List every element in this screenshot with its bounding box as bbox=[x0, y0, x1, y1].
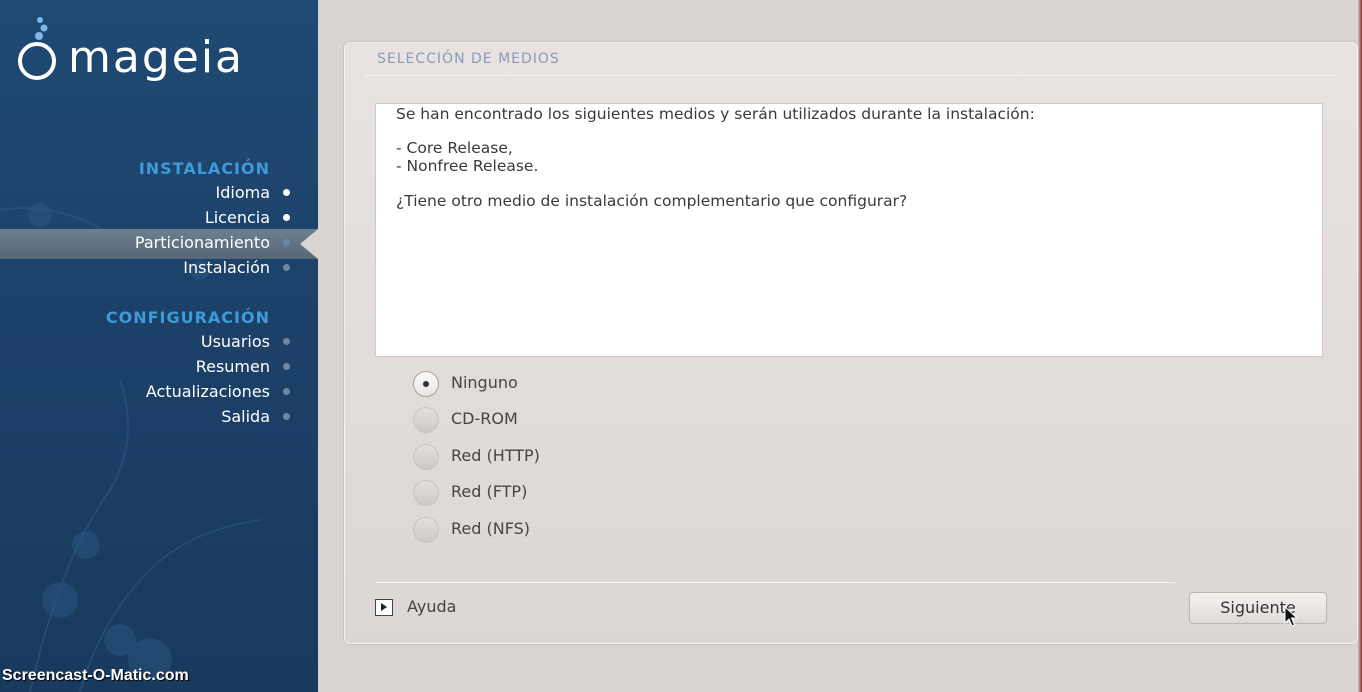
mouse-cursor-icon bbox=[1284, 606, 1299, 627]
media-selection-panel: SELECCIÓN DE MEDIOS Se han encontrado lo… bbox=[344, 42, 1358, 644]
bullet-dot-icon bbox=[283, 338, 290, 345]
radio-icon[interactable] bbox=[413, 517, 439, 543]
radio-icon[interactable] bbox=[413, 444, 439, 470]
title-divider bbox=[365, 75, 1335, 76]
help-label: Ayuda bbox=[407, 597, 457, 616]
step-actualizaciones[interactable]: Actualizaciones bbox=[145, 380, 290, 404]
option-label: Red (FTP) bbox=[451, 482, 528, 501]
step-label: Usuarios bbox=[200, 332, 270, 351]
sidebar-decoration bbox=[0, 203, 261, 692]
window-edge bbox=[1358, 0, 1362, 692]
option-label: CD-ROM bbox=[451, 409, 518, 428]
message-question: ¿Tiene otro medio de instalación complem… bbox=[396, 192, 908, 210]
step-salida[interactable]: Salida bbox=[221, 405, 290, 429]
footer-divider bbox=[375, 582, 1175, 583]
radio-icon[interactable] bbox=[413, 371, 439, 397]
section-title-installation: INSTALACIÓN bbox=[138, 159, 270, 178]
logo-ring bbox=[18, 42, 56, 80]
next-button[interactable]: Siguiente bbox=[1189, 592, 1327, 624]
current-step-pointer bbox=[300, 229, 318, 259]
sidebar: mageia INSTALACIÓN Idioma Licencia Parti… bbox=[0, 0, 318, 692]
step-resumen[interactable]: Resumen bbox=[195, 355, 290, 379]
step-label: Salida bbox=[221, 407, 270, 426]
step-label: Instalación bbox=[183, 258, 270, 277]
step-label: Idioma bbox=[215, 183, 271, 202]
logo-text: mageia bbox=[68, 32, 245, 83]
radio-icon[interactable] bbox=[413, 407, 439, 433]
step-label: Resumen bbox=[195, 357, 270, 376]
section-title-configuration: CONFIGURACIÓN bbox=[105, 308, 270, 327]
bullet-dot-icon bbox=[283, 189, 290, 196]
watermark: Screencast-O-Matic.com bbox=[2, 667, 189, 684]
step-label: Particionamiento bbox=[134, 233, 270, 252]
option-label: Red (HTTP) bbox=[451, 446, 540, 465]
media-item: - Core Release, bbox=[396, 139, 513, 157]
media-item: - Nonfree Release. bbox=[396, 157, 539, 175]
message-box: Se han encontrado los siguientes medios … bbox=[375, 103, 1323, 357]
radio-icon[interactable] bbox=[413, 480, 439, 506]
mageia-logo-icon bbox=[35, 17, 48, 40]
page-title: SELECCIÓN DE MEDIOS bbox=[377, 51, 560, 67]
bullet-dot-icon bbox=[283, 413, 290, 420]
step-idioma[interactable]: Idioma bbox=[215, 181, 290, 205]
bullet-dot-icon bbox=[283, 214, 290, 221]
step-label: Licencia bbox=[204, 208, 270, 227]
bullet-dot-icon bbox=[283, 388, 290, 395]
option-label: Red (NFS) bbox=[451, 519, 531, 538]
mageia-logo: mageia bbox=[8, 14, 308, 83]
message-intro: Se han encontrado los siguientes medios … bbox=[396, 105, 1035, 123]
step-instalacion[interactable]: Instalación bbox=[183, 256, 290, 280]
option-label: Ninguno bbox=[451, 373, 518, 392]
bullet-dot-icon bbox=[283, 264, 290, 271]
step-label: Actualizaciones bbox=[145, 382, 270, 401]
help-expander-icon[interactable] bbox=[375, 599, 393, 616]
bullet-dot-icon bbox=[283, 363, 290, 370]
step-licencia[interactable]: Licencia bbox=[204, 206, 290, 230]
step-usuarios[interactable]: Usuarios bbox=[200, 330, 290, 354]
step-particionamiento[interactable]: Particionamiento bbox=[134, 231, 290, 255]
bullet-dot-icon bbox=[283, 239, 290, 246]
